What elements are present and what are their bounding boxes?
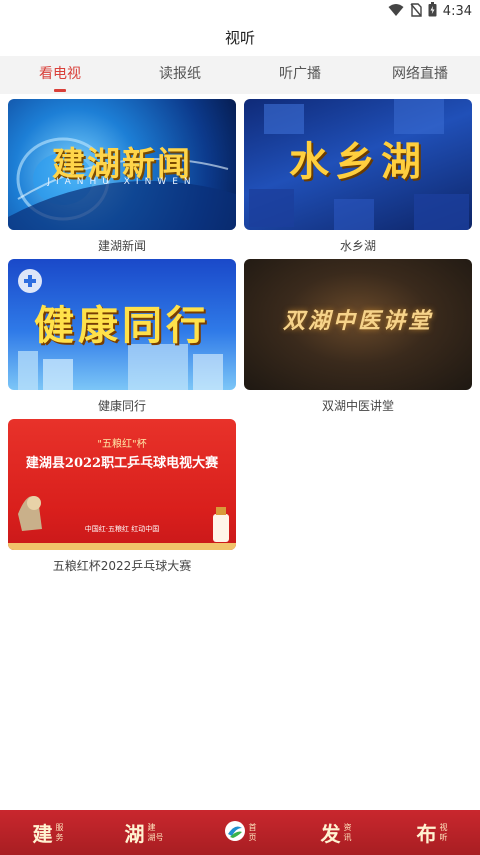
program-caption: 水乡湖: [339, 239, 376, 253]
tab-label: 听广播: [279, 66, 321, 82]
nav-small-text: 湖号: [147, 832, 164, 842]
program-caption: 健康同行: [97, 399, 146, 413]
thumb-slogan: 中国红·五粮红 红动中国: [84, 525, 160, 533]
thumb-top-text: "五粮红"杯: [97, 439, 147, 450]
program-thumbnail: "五粮红"杯 建湖县2022职工乒乓球电视大赛 中国红·五粮红 红动中国: [8, 419, 236, 550]
program-card-wulianghong-cup[interactable]: "五粮红"杯 建湖县2022职工乒乓球电视大赛 中国红·五粮红 红动中国 五粮红…: [8, 419, 236, 579]
nav-small-text: 页: [248, 832, 257, 842]
title-bar: 视听: [0, 22, 480, 56]
program-thumbnail: 双湖中医讲堂: [244, 259, 472, 390]
status-time: 4:34: [442, 4, 472, 19]
nav-news[interactable]: 发 资 讯: [288, 810, 384, 855]
tab-read-newspaper[interactable]: 读报纸: [120, 56, 240, 94]
nav-big-char: 湖: [124, 822, 145, 846]
bottom-nav: 建 服 务 湖 建 湖号 首 页 发 资 讯 布 视 听: [0, 810, 480, 855]
tab-label: 读报纸: [159, 66, 201, 82]
nav-small-text: 建: [147, 822, 156, 832]
status-bar: 4:34: [0, 0, 480, 22]
program-thumbnail: 健康同行: [8, 259, 236, 390]
battery-icon: [428, 2, 437, 21]
nav-big-char: 发: [320, 822, 341, 846]
nav-small-text: 服: [55, 822, 64, 832]
nav-small-text: 听: [439, 832, 448, 842]
program-card-health[interactable]: 健康同行 健康同行: [8, 259, 236, 419]
tab-watch-tv[interactable]: 看电视: [0, 56, 120, 94]
program-card-jianhu-news[interactable]: 建湖新闻 JIANHU XINWEN 建湖新闻: [8, 99, 236, 259]
nav-home[interactable]: 首 页: [192, 810, 288, 855]
program-thumbnail: 水乡湖: [244, 99, 472, 230]
program-card-shuixianghu[interactable]: 水乡湖 水乡湖: [244, 99, 472, 259]
program-caption: 建湖新闻: [97, 239, 146, 253]
nav-small-text: 视: [439, 822, 448, 832]
nav-audiovisual[interactable]: 布 视 听: [384, 810, 480, 855]
nav-small-text: 讯: [343, 832, 352, 842]
program-caption: 五粮红杯2022乒乓球大赛: [52, 559, 192, 573]
home-logo-icon: [224, 820, 246, 846]
tab-live-stream[interactable]: 网络直播: [360, 56, 480, 94]
page-title: 视听: [224, 29, 255, 47]
nav-small-text: 资: [343, 822, 352, 832]
nav-big-char: 布: [416, 822, 437, 846]
tab-label: 网络直播: [392, 66, 448, 82]
tab-label: 看电视: [39, 66, 81, 82]
thumb-title: 建湖县2022职工乒乓球电视大赛: [25, 456, 219, 471]
program-thumbnail: 建湖新闻 JIANHU XINWEN: [8, 99, 236, 230]
nav-small-text: 务: [55, 832, 64, 842]
thumb-title: 水乡湖: [289, 139, 427, 185]
tab-listen-radio[interactable]: 听广播: [240, 56, 360, 94]
program-card-tcm-lecture[interactable]: 双湖中医讲堂 双湖中医讲堂: [244, 259, 472, 419]
wifi-icon: [388, 2, 404, 21]
thumb-subtitle: JIANHU XINWEN: [47, 177, 197, 187]
active-tab-indicator: [54, 89, 66, 92]
thumb-title: 健康同行: [34, 303, 210, 349]
nav-small-text: 首: [248, 822, 257, 832]
thumb-title: 双湖中医讲堂: [282, 308, 433, 334]
no-sim-icon: [410, 2, 422, 21]
nav-big-char: 建: [32, 822, 53, 846]
tab-bar: 看电视 读报纸 听广播 网络直播: [0, 56, 480, 94]
nav-service[interactable]: 建 服 务: [0, 810, 96, 855]
nav-jianhu-account[interactable]: 湖 建 湖号: [96, 810, 192, 855]
program-caption: 双湖中医讲堂: [321, 399, 394, 413]
program-grid: 建湖新闻 JIANHU XINWEN 建湖新闻 水乡湖 水乡湖 健康同行 健康同…: [8, 99, 472, 579]
